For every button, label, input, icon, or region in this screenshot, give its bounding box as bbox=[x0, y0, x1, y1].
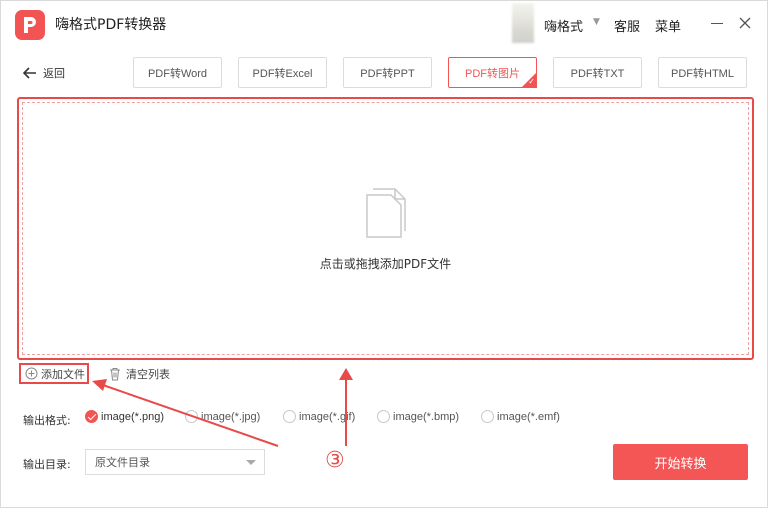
annotation-arrowhead-up bbox=[339, 368, 353, 380]
annotation-arrow-left bbox=[99, 383, 279, 447]
step-number-marker: ③ bbox=[325, 448, 345, 473]
annotation-overlay bbox=[92, 368, 353, 447]
annotation-arrowhead-left bbox=[92, 379, 107, 391]
